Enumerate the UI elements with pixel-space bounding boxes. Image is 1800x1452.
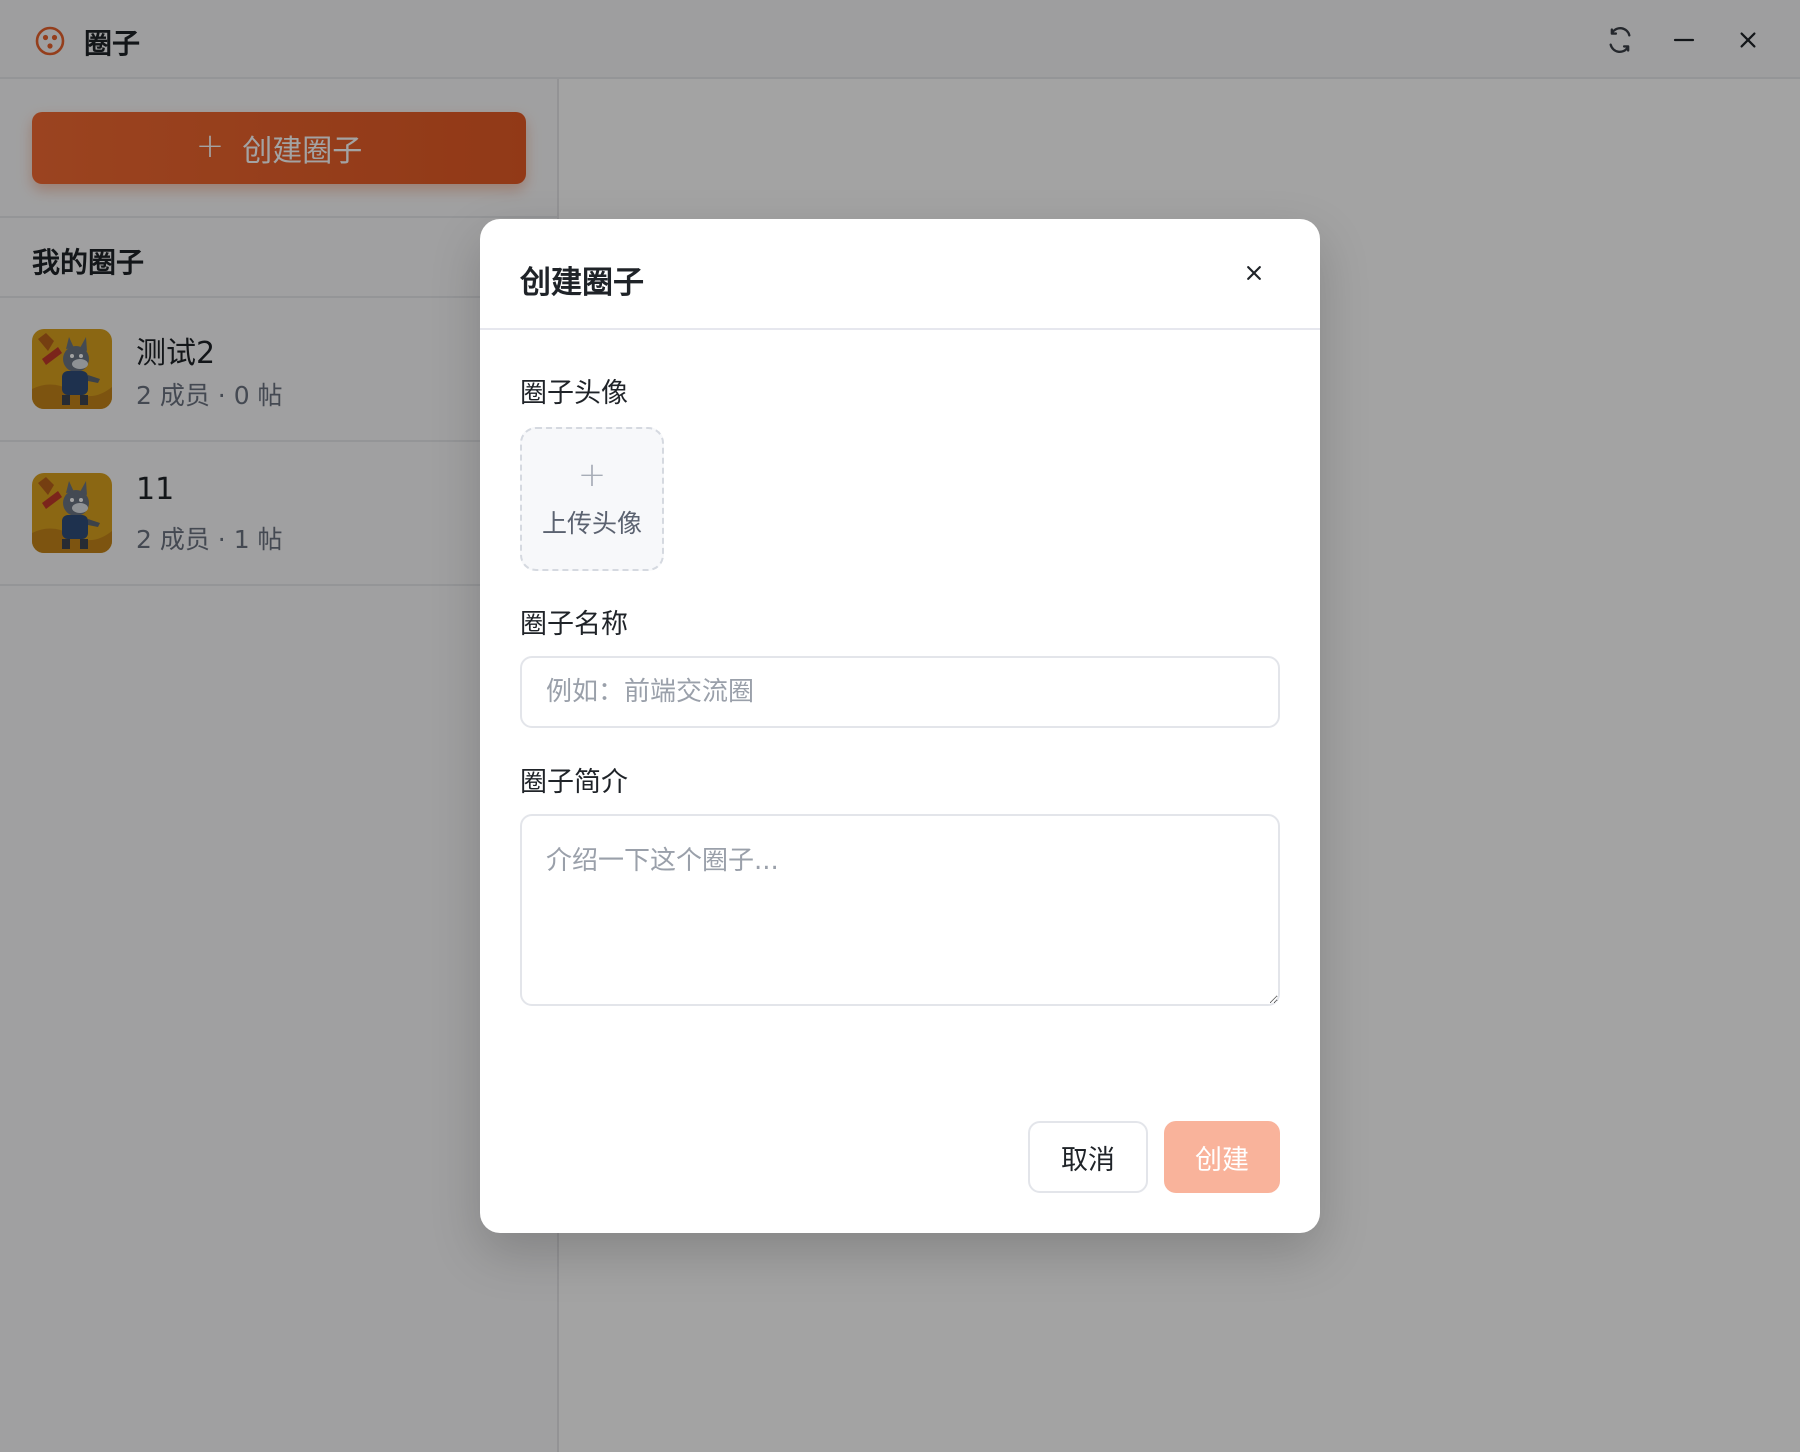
upload-avatar-button[interactable]: + 上传头像 bbox=[520, 427, 664, 571]
circle-name-input[interactable] bbox=[520, 656, 1280, 728]
cancel-button[interactable]: 取消 bbox=[1028, 1121, 1148, 1193]
upload-avatar-label: 上传头像 bbox=[541, 509, 642, 538]
name-label: 圈子名称 bbox=[520, 609, 628, 640]
circle-description-textarea[interactable] bbox=[520, 814, 1280, 1006]
dialog-close-button[interactable] bbox=[1234, 253, 1274, 293]
avatar-label: 圈子头像 bbox=[520, 378, 628, 409]
create-button[interactable]: 创建 bbox=[1164, 1121, 1280, 1193]
dialog-header: 创建圈子 bbox=[480, 219, 1320, 330]
dialog-title: 创建圈子 bbox=[520, 265, 644, 301]
description-label: 圈子简介 bbox=[520, 767, 628, 798]
plus-icon: + bbox=[577, 455, 607, 495]
close-icon bbox=[1247, 266, 1261, 280]
create-circle-dialog: 创建圈子 圈子头像 + 上传头像 圈子名称 圈子简介 取消 创建 bbox=[480, 219, 1320, 1233]
